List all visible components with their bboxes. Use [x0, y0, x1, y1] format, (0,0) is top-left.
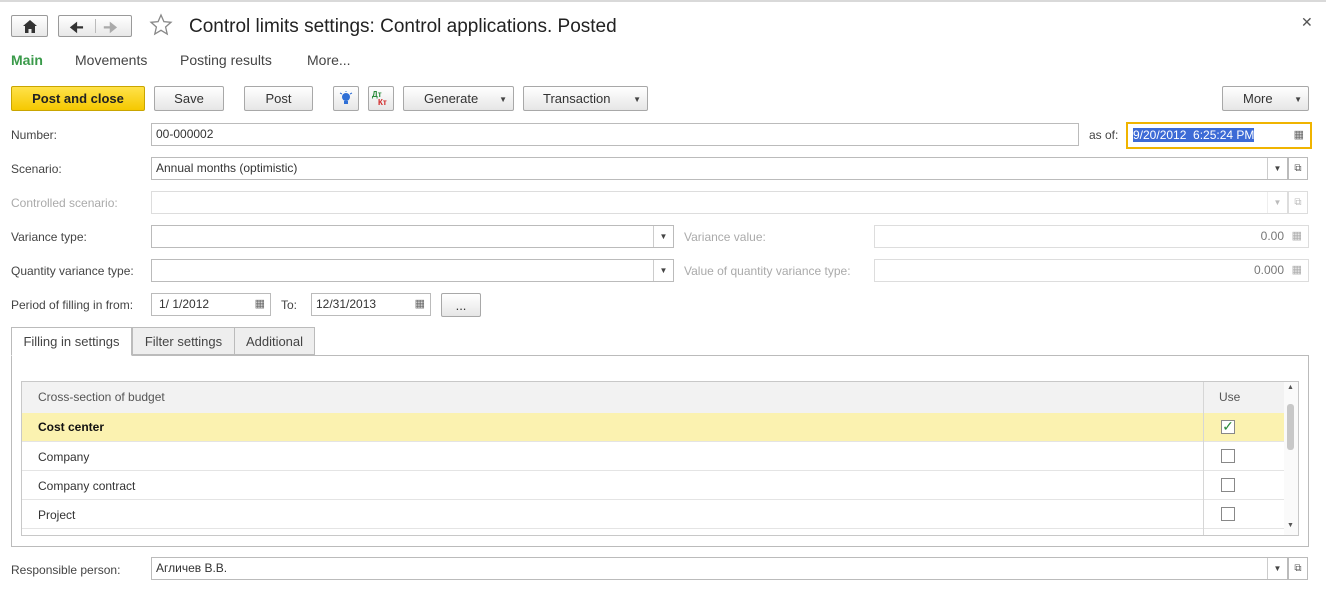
top-border	[0, 0, 1326, 2]
column-divider	[1203, 382, 1204, 535]
qty-variance-value-label: Value of quantity variance type:	[684, 264, 851, 278]
responsible-person-label: Responsible person:	[11, 563, 121, 577]
dt-kt-icon: Дт Кт	[372, 90, 390, 108]
table-header: Cross-section of budget Use	[22, 382, 1285, 414]
calendar-icon[interactable]: ▦	[1294, 124, 1304, 147]
variance-type-field[interactable]: ▼	[151, 225, 674, 248]
table-row[interactable]: Company contract	[22, 471, 1285, 500]
controlled-scenario-field[interactable]: ▼	[151, 191, 1288, 214]
row-name: Project	[38, 508, 76, 522]
as-of-value: 9/20/2012 6:25:24 PM	[1133, 128, 1255, 142]
chevron-down-icon[interactable]: ▼	[1267, 192, 1287, 213]
responsible-person-field[interactable]: Агличев В.В. ▼	[151, 557, 1288, 580]
tab-posting-results[interactable]: Posting results	[180, 52, 272, 68]
row-name: Company	[38, 450, 90, 464]
star-icon[interactable]	[149, 13, 173, 40]
tab-filling-in-settings[interactable]: Filling in settings	[11, 327, 132, 356]
column-header-use[interactable]: Use	[1219, 390, 1240, 404]
close-icon[interactable]: ✕	[1301, 14, 1313, 31]
use-checkbox[interactable]	[1221, 478, 1235, 492]
calendar-icon[interactable]: ▦	[415, 294, 425, 315]
home-button[interactable]	[11, 15, 48, 37]
chevron-down-icon[interactable]: ▼	[653, 226, 673, 247]
save-button[interactable]: Save	[154, 86, 224, 111]
scenario-label: Scenario:	[11, 162, 62, 176]
page-title: Control limits settings: Control applica…	[189, 16, 617, 37]
variance-value: 0.00	[1260, 229, 1284, 243]
lightbulb-icon	[339, 90, 353, 104]
calculator-icon[interactable]: ▦	[1292, 260, 1302, 281]
column-header-cross-section[interactable]: Cross-section of budget	[38, 390, 165, 404]
table-row[interactable]: Cost center ✓	[22, 413, 1285, 442]
number-label: Number:	[11, 128, 58, 142]
open-icon[interactable]: ⧉	[1288, 157, 1308, 180]
tab-filter-settings[interactable]: Filter settings	[132, 327, 235, 355]
table-row[interactable]: Project	[22, 500, 1285, 529]
post-and-close-button[interactable]: Post and close	[11, 86, 145, 111]
scenario-field[interactable]: Annual months (optimistic) ▼	[151, 157, 1288, 180]
qty-variance-value: 0.000	[1253, 263, 1284, 277]
open-icon[interactable]: ⧉	[1288, 191, 1308, 214]
period-to-value: 12/31/2013	[316, 297, 377, 311]
table-row[interactable]: Company	[22, 442, 1285, 471]
generate-label: Generate	[424, 91, 479, 106]
scroll-up-icon[interactable]: ▲	[1287, 384, 1294, 391]
arrow-right-icon[interactable]: 🠊	[103, 17, 118, 44]
period-from-value: 1/ 1/2012	[159, 297, 210, 311]
chevron-down-icon: ▼	[633, 95, 641, 104]
period-select-button[interactable]: ...	[441, 293, 481, 317]
transaction-button[interactable]: Transaction ▼	[523, 86, 648, 111]
qty-variance-type-label: Quantity variance type:	[11, 264, 134, 278]
chevron-down-icon: ▼	[499, 95, 507, 104]
tab-more[interactable]: More...	[307, 52, 351, 68]
home-icon	[22, 19, 37, 33]
period-label: Period of filling in from:	[11, 298, 134, 312]
transaction-label: Transaction	[543, 91, 611, 106]
open-icon[interactable]: ⧉	[1288, 557, 1308, 580]
row-name: Company contract	[38, 479, 136, 493]
variance-value-label: Variance value:	[684, 230, 766, 244]
tab-main[interactable]: Main	[11, 52, 43, 68]
calendar-icon[interactable]: ▦	[255, 294, 265, 315]
responsible-person-value: Агличев В.В.	[156, 561, 228, 575]
post-button[interactable]: Post	[244, 86, 313, 111]
period-to-field[interactable]: 12/31/2013 ▦	[311, 293, 431, 316]
number-field[interactable]: 00-000002	[151, 123, 1079, 146]
chevron-down-icon: ▼	[1294, 95, 1302, 104]
lightbulb-button[interactable]	[333, 86, 359, 111]
budget-table: Cross-section of budget Use Cost center …	[21, 381, 1299, 536]
use-checkbox[interactable]	[1221, 449, 1235, 463]
calculator-icon[interactable]: ▦	[1292, 226, 1302, 247]
back-forward-group: 🠈 🠊	[58, 15, 132, 37]
more-label: More	[1243, 91, 1273, 106]
tab-movements[interactable]: Movements	[75, 52, 147, 68]
scroll-down-icon[interactable]: ▼	[1287, 522, 1294, 529]
kt-label: Кт	[378, 97, 387, 107]
dt-kt-button[interactable]: Дт Кт	[368, 86, 394, 111]
controlled-scenario-label: Controlled scenario:	[11, 196, 118, 210]
scrollbar-thumb[interactable]	[1287, 404, 1294, 450]
period-from-field[interactable]: 1/ 1/2012 ▦	[151, 293, 271, 316]
qty-variance-type-field[interactable]: ▼	[151, 259, 674, 282]
scenario-value: Annual months (optimistic)	[156, 161, 298, 175]
arrow-left-icon[interactable]: 🠈	[69, 17, 84, 44]
row-name: Cost center	[38, 420, 105, 434]
chevron-down-icon[interactable]: ▼	[1267, 558, 1287, 579]
more-button[interactable]: More ▼	[1222, 86, 1309, 111]
qty-variance-value-field[interactable]: 0.000 ▦	[874, 259, 1309, 282]
as-of-field[interactable]: 9/20/2012 6:25:24 PM ▦	[1126, 122, 1312, 149]
use-checkbox[interactable]: ✓	[1221, 419, 1235, 434]
to-label: To:	[281, 298, 298, 312]
generate-button[interactable]: Generate ▼	[403, 86, 514, 111]
as-of-label: as of:	[1089, 128, 1119, 142]
chevron-down-icon[interactable]: ▼	[653, 260, 673, 281]
vertical-scrollbar[interactable]: ▲ ▼	[1284, 382, 1298, 535]
variance-type-label: Variance type:	[11, 230, 87, 244]
use-checkbox[interactable]	[1221, 507, 1235, 521]
chevron-down-icon[interactable]: ▼	[1267, 158, 1287, 179]
variance-value-field[interactable]: 0.00 ▦	[874, 225, 1309, 248]
tab-additional[interactable]: Additional	[234, 327, 315, 355]
